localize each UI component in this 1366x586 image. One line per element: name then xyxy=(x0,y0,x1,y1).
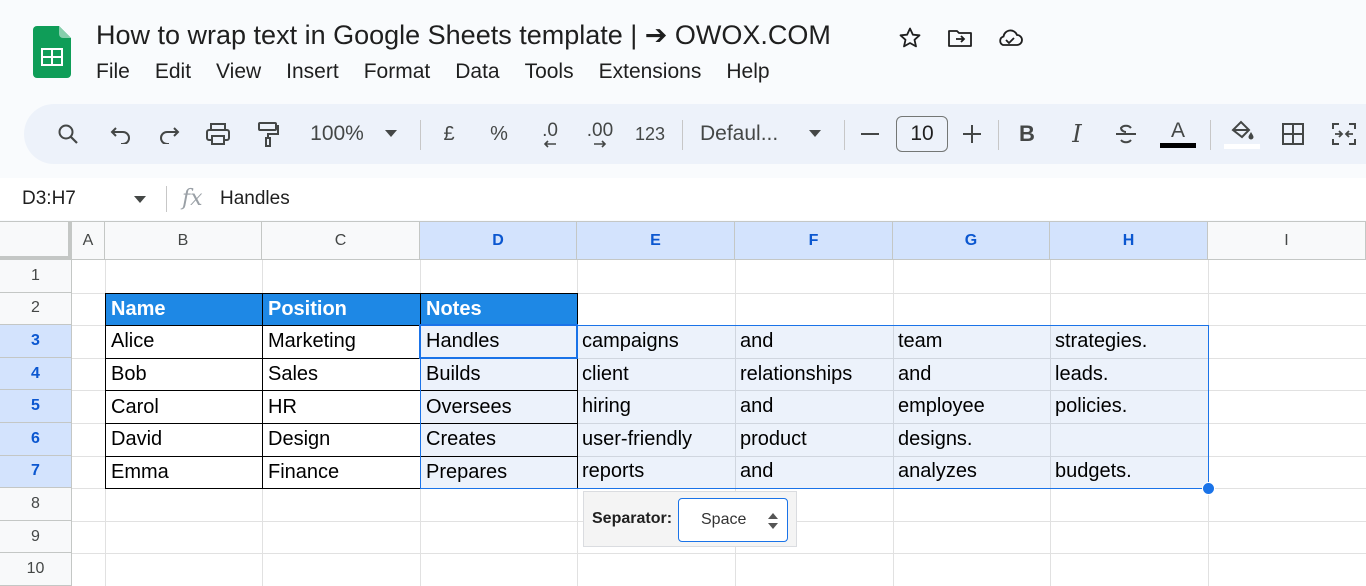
split-separator-popup: Separator: Space xyxy=(583,491,797,547)
name-box[interactable]: D3:H7 xyxy=(22,188,76,210)
font-size-input[interactable]: 10 xyxy=(896,116,948,152)
text-color-swatch xyxy=(1160,143,1196,148)
decrease-decimal-label: .0 xyxy=(542,119,558,141)
row-header-9[interactable]: 9 xyxy=(0,520,72,554)
toolbar: 100% £ % .0 .00 123 Defaul... 10 B I A xyxy=(24,104,1366,164)
column-header-g[interactable]: G xyxy=(893,222,1050,260)
menu-format[interactable]: Format xyxy=(364,60,431,84)
fill-handle[interactable] xyxy=(1202,482,1215,496)
paint-format-icon[interactable] xyxy=(252,104,284,164)
table-cell[interactable]: Marketing xyxy=(262,325,421,359)
menu-bar: File Edit View Insert Format Data Tools … xyxy=(96,60,795,84)
document-title[interactable]: How to wrap text in Google Sheets templa… xyxy=(96,20,831,51)
zoom-dropdown-icon[interactable] xyxy=(382,104,400,164)
star-icon[interactable] xyxy=(896,24,924,52)
row-header-10[interactable]: 10 xyxy=(0,553,72,586)
zoom-select[interactable]: 100% xyxy=(302,104,372,164)
column-header-b[interactable]: B xyxy=(105,222,262,260)
table-header-cell[interactable]: Position xyxy=(262,292,421,327)
font-dropdown-icon[interactable] xyxy=(806,104,824,164)
row-header-5[interactable]: 5 xyxy=(0,390,72,423)
search-menus-icon[interactable] xyxy=(52,104,84,164)
increase-decimal-button[interactable]: .00 xyxy=(582,104,618,164)
increase-font-size-icon[interactable] xyxy=(960,104,984,164)
move-folder-icon[interactable] xyxy=(946,24,974,52)
table-header-cell[interactable]: Name xyxy=(105,292,263,327)
undo-icon[interactable] xyxy=(106,104,136,164)
fx-icon: fx xyxy=(182,186,203,211)
decrease-decimal-button[interactable]: .0 xyxy=(532,104,568,164)
title-bar: How to wrap text in Google Sheets templa… xyxy=(0,0,1366,100)
sheets-logo-icon[interactable] xyxy=(33,26,71,78)
column-header-a[interactable]: A xyxy=(72,222,105,260)
font-select[interactable]: Defaul... xyxy=(700,104,796,164)
row-header-6[interactable]: 6 xyxy=(0,423,72,456)
bold-button[interactable]: B xyxy=(1014,104,1040,164)
column-header-e[interactable]: E xyxy=(577,222,735,260)
table-cell[interactable]: David xyxy=(105,423,263,457)
table-cell[interactable]: Emma xyxy=(105,455,263,490)
print-icon[interactable] xyxy=(202,104,234,164)
name-box-dropdown-icon[interactable] xyxy=(134,196,146,204)
text-color-label: A xyxy=(1170,119,1185,142)
select-all-corner[interactable] xyxy=(0,222,72,260)
menu-view[interactable]: View xyxy=(216,60,261,84)
table-cell[interactable]: HR xyxy=(262,390,421,424)
formula-input[interactable]: Handles xyxy=(220,188,290,210)
menu-edit[interactable]: Edit xyxy=(155,60,191,84)
row-header-8[interactable]: 8 xyxy=(0,488,72,521)
table-cell[interactable]: Finance xyxy=(262,455,421,490)
column-header-f[interactable]: F xyxy=(735,222,893,260)
sheets-app: How to wrap text in Google Sheets templa… xyxy=(0,0,1366,586)
cloud-saved-icon[interactable] xyxy=(996,24,1024,52)
text-color-button[interactable]: A xyxy=(1160,104,1196,164)
table-cell[interactable]: Design xyxy=(262,423,421,457)
table-header-cell[interactable]: Notes xyxy=(420,292,578,327)
row-header-3[interactable]: 3 xyxy=(0,325,72,358)
separator-select[interactable]: Space xyxy=(678,498,788,542)
redo-icon[interactable] xyxy=(154,104,184,164)
italic-button[interactable]: I xyxy=(1064,104,1090,164)
arrow-right-icon xyxy=(594,139,607,148)
borders-icon[interactable] xyxy=(1278,104,1308,164)
arrow-left-icon xyxy=(543,139,556,148)
fill-color-icon[interactable] xyxy=(1224,104,1260,164)
table-cell[interactable]: Alice xyxy=(105,325,263,359)
currency-format-button[interactable]: £ xyxy=(436,104,462,164)
table-cell[interactable]: Bob xyxy=(105,357,263,392)
row-header-2[interactable]: 2 xyxy=(0,292,72,326)
select-arrows-icon xyxy=(768,513,778,529)
column-header-d[interactable]: D xyxy=(420,222,577,260)
table-cell[interactable]: Sales xyxy=(262,357,421,392)
menu-extensions[interactable]: Extensions xyxy=(599,60,702,84)
strikethrough-icon[interactable] xyxy=(1112,104,1140,164)
column-header-c[interactable]: C xyxy=(262,222,420,260)
menu-data[interactable]: Data xyxy=(455,60,499,84)
row-header-4[interactable]: 4 xyxy=(0,357,72,391)
percent-format-button[interactable]: % xyxy=(484,104,514,164)
column-header-i[interactable]: I xyxy=(1208,222,1366,260)
row-header-7[interactable]: 7 xyxy=(0,455,72,489)
column-header-h[interactable]: H xyxy=(1050,222,1208,260)
more-formats-button[interactable]: 123 xyxy=(630,104,670,164)
increase-decimal-label: .00 xyxy=(586,119,614,141)
table-cell[interactable]: Carol xyxy=(105,390,263,424)
formula-bar: D3:H7 fx Handles xyxy=(0,178,1366,220)
menu-help[interactable]: Help xyxy=(726,60,769,84)
menu-tools[interactable]: Tools xyxy=(525,60,574,84)
fill-color-swatch xyxy=(1224,143,1260,149)
merge-cells-icon[interactable] xyxy=(1328,104,1360,164)
menu-file[interactable]: File xyxy=(96,60,130,84)
decrease-font-size-icon[interactable] xyxy=(858,104,882,164)
active-cell[interactable] xyxy=(419,324,578,359)
separator-value: Space xyxy=(701,511,747,528)
menu-insert[interactable]: Insert xyxy=(286,60,339,84)
separator-label: Separator: xyxy=(592,510,673,527)
row-header-1[interactable]: 1 xyxy=(0,260,72,293)
